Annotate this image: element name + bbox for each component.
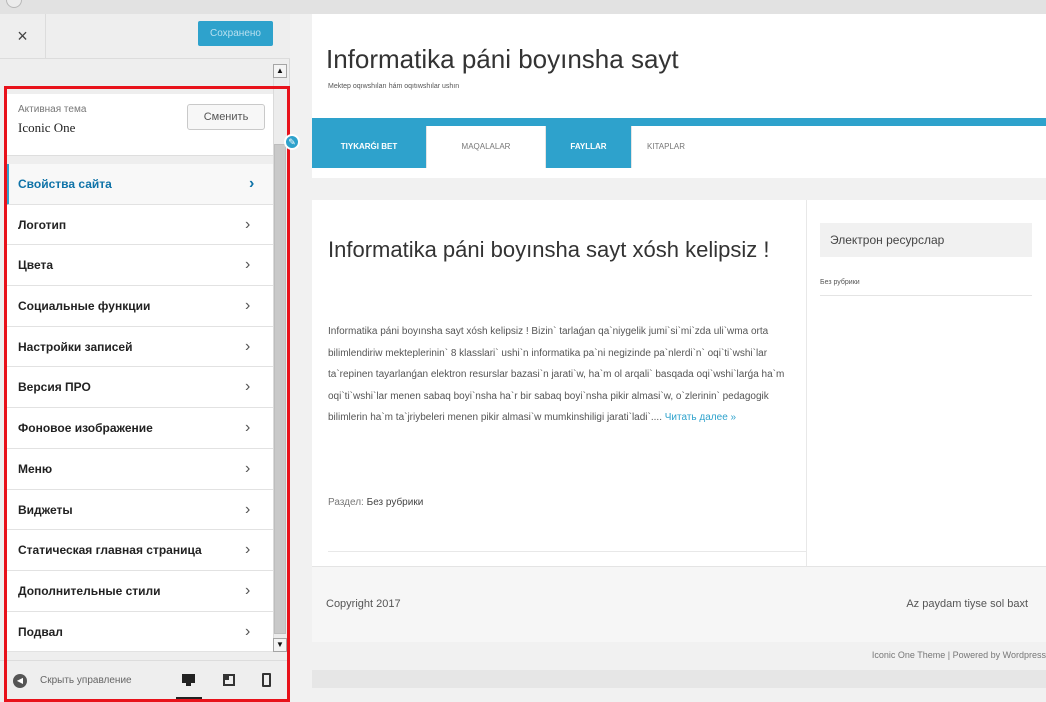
active-theme-name: Iconic One [18, 120, 76, 135]
nav-home[interactable]: TIYKARǴI BET [312, 126, 427, 168]
close-icon[interactable]: × [0, 14, 46, 59]
section-label: Дополнительные стили [18, 583, 161, 598]
chevron-right-icon: › [245, 378, 251, 396]
collapse-icon[interactable]: ◀ [13, 674, 27, 688]
scrollbar-thumb[interactable] [274, 144, 286, 634]
section-social[interactable]: Социальные функции › [5, 286, 273, 327]
theme-credits[interactable]: Iconic One Theme | Powered by Wordpress [312, 650, 1046, 660]
main-navigation: TIYKARǴI BET MAQALALAR FAYLLAR KITAPLAR [312, 118, 1046, 178]
chevron-right-icon: › [245, 256, 251, 274]
section-pro-version[interactable]: Версия ПРО › [5, 367, 273, 409]
chevron-right-icon: › [245, 459, 251, 477]
chevron-right-icon: › [245, 337, 251, 355]
customizer-header: × Сохранено [0, 14, 290, 59]
sidebar-divider [806, 200, 807, 566]
post-category: Раздел: Без рубрики [328, 497, 424, 508]
chevron-right-icon: › [245, 500, 251, 518]
section-colors[interactable]: Цвета › [5, 245, 273, 287]
chevron-right-icon: › [245, 297, 251, 315]
collapse-controls-button[interactable]: Скрыть управление [40, 675, 132, 686]
chevron-right-icon: › [245, 581, 251, 599]
section-footer[interactable]: Подвал › [5, 611, 273, 653]
section-label: Свойства сайта [18, 177, 112, 191]
nav-files[interactable]: FAYLLAR [546, 126, 632, 168]
customizer-sections: Свойства сайта › Логотип › Цвета › Социальн… [5, 164, 273, 653]
section-site-identity[interactable]: Свойства сайта › [5, 164, 273, 205]
section-widgets[interactable]: Виджеты › [5, 489, 273, 531]
section-post-settings[interactable]: Настройки записей › [5, 326, 273, 368]
section-background-image[interactable]: Фоновое изображение › [5, 408, 273, 449]
widget-category-link[interactable]: Без рубрики [820, 279, 1032, 296]
section-label: Фоновое изображение [18, 421, 153, 436]
active-theme-panel: Активная тема Iconic One Сменить [5, 94, 273, 156]
active-theme-label: Активная тема [18, 104, 87, 115]
nav-books[interactable]: KITAPLAR [632, 126, 700, 168]
footer-slogan: Az paydam tiyse sol baxt [906, 598, 1028, 610]
section-label: Меню [18, 461, 53, 476]
customizer-footer: ◀ Скрыть управление [0, 660, 290, 702]
section-label: Версия ПРО [18, 380, 91, 395]
site-preview: Informatika páni boyınsha sayt Mektep oq… [284, 14, 1046, 702]
section-logo[interactable]: Логотип › [5, 204, 273, 246]
window-control-icon[interactable] [6, 0, 22, 8]
section-label: Настройки записей [18, 339, 133, 354]
section-label: Социальные функции [18, 299, 151, 314]
section-label: Виджеты [18, 502, 73, 517]
browser-top-strip [0, 0, 1046, 14]
chevron-right-icon: › [245, 541, 251, 559]
site-title[interactable]: Informatika páni boyınsha sayt [326, 44, 679, 75]
tablet-preview-icon[interactable] [223, 672, 237, 688]
section-label: Цвета [18, 258, 54, 273]
chevron-right-icon: › [245, 622, 251, 640]
read-more-link[interactable]: Читать далее » [665, 412, 736, 423]
nav-articles[interactable]: MAQALALAR [427, 126, 546, 168]
site-description: Mektep oqıwshıları hám oqıtıwshılar ushı… [328, 83, 460, 90]
active-device-indicator [176, 697, 202, 700]
section-label: Логотип [18, 217, 67, 232]
section-static-front-page[interactable]: Статическая главная страница › [5, 530, 273, 571]
post-excerpt: Informatika páni boyınsha sayt xósh keli… [328, 326, 785, 423]
chevron-right-icon: › [245, 215, 251, 233]
scroll-down-arrow-icon[interactable]: ▼ [273, 638, 287, 652]
scroll-up-arrow-icon[interactable]: ▲ [273, 64, 287, 78]
site-header: Informatika páni boyınsha sayt Mektep oq… [312, 14, 1046, 118]
chevron-right-icon: › [245, 419, 251, 437]
edit-shortcut-icon[interactable]: ✎ [284, 134, 300, 150]
desktop-preview-icon[interactable] [182, 672, 196, 688]
chevron-right-icon: › [249, 175, 255, 192]
section-menus[interactable]: Меню › [5, 448, 273, 490]
copyright-text: Copyright 2017 [326, 598, 401, 610]
bottom-bar [312, 670, 1046, 688]
content-area: Informatika páni boyınsha sayt xósh keli… [312, 200, 1046, 566]
section-label: Статическая главная страница [18, 543, 202, 558]
customizer-sidebar: × Сохранено ▲ ▼ Активная тема Iconic One… [0, 14, 290, 702]
category-link[interactable]: Без рубрики [367, 497, 424, 508]
mobile-preview-icon[interactable] [262, 672, 276, 688]
widget-title: Электрон ресурслар [820, 223, 1032, 257]
section-label: Подвал [18, 624, 63, 639]
post-title[interactable]: Informatika páni boyınsha sayt xósh keli… [328, 234, 788, 265]
post-article: Informatika páni boyınsha sayt xósh keli… [328, 200, 806, 552]
site-footer: Copyright 2017 Az paydam tiyse sol baxt [312, 566, 1046, 642]
section-additional-css[interactable]: Дополнительные стили › [5, 570, 273, 612]
change-theme-button[interactable]: Сменить [187, 104, 265, 130]
saved-button[interactable]: Сохранено [198, 21, 273, 46]
